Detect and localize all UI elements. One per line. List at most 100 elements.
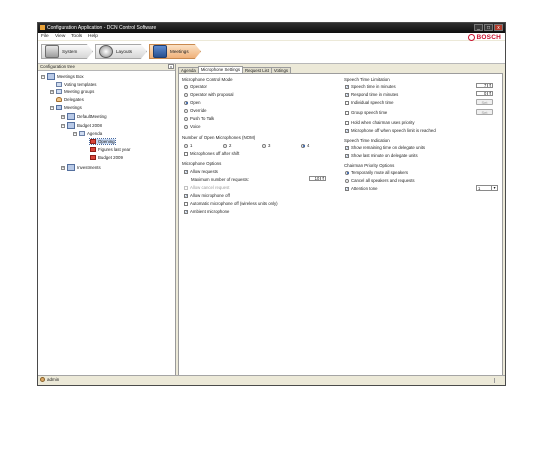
- checkbox-checked-icon: ✓: [184, 169, 189, 174]
- resize-grip-icon[interactable]: [494, 378, 500, 383]
- group-speech-time-checkbox[interactable]: Group speech time: [345, 110, 387, 115]
- expand-icon[interactable]: +: [61, 165, 65, 170]
- collapse-icon[interactable]: −: [50, 105, 54, 110]
- tree-node-delegates[interactable]: Delegates: [56, 97, 84, 102]
- agenda-topic-icon: [90, 155, 96, 160]
- checkbox-checked-icon: ✓: [345, 145, 350, 150]
- cancel-all-speakers-radio[interactable]: Cancel all speakers and requests: [345, 178, 415, 183]
- nav-layouts-label: Layouts: [116, 49, 133, 54]
- menu-view[interactable]: View: [55, 34, 65, 39]
- nom-2-radio[interactable]: 2: [223, 143, 231, 148]
- max-requests-stepper[interactable]: 10 ▲ ▼: [309, 176, 326, 181]
- radio-icon: [184, 92, 188, 97]
- auto-mic-off-checkbox[interactable]: Automatic microphone off (wireless units…: [184, 201, 278, 206]
- mics-off-after-shift-checkbox[interactable]: Microphones off after shift: [184, 151, 239, 156]
- tree-node-agenda[interactable]: − Agenda: [73, 131, 102, 136]
- tree-node-budget-2008[interactable]: − Budget 2008: [61, 122, 102, 129]
- tree-node-meetings[interactable]: − Meetings: [50, 105, 82, 110]
- hold-priority-checkbox[interactable]: Hold when chairman uses priority: [345, 120, 415, 125]
- window-controls: _ □ x: [474, 24, 503, 31]
- agenda-icon: [79, 131, 85, 136]
- show-last-minute-checkbox[interactable]: ✓ Show last minute on delegate units: [345, 153, 418, 158]
- nav-system-button[interactable]: System: [41, 44, 93, 59]
- nav-layouts-button[interactable]: Layouts: [95, 44, 147, 59]
- option-label: Microphones off after shift: [190, 151, 240, 156]
- menu-help[interactable]: Help: [88, 34, 98, 39]
- mode-operator-proposal-radio[interactable]: Operator with proposal: [184, 92, 233, 97]
- radio-selected-icon: [345, 170, 349, 175]
- speech-time-stepper[interactable]: 7 ▲ ▼: [476, 83, 493, 88]
- minimize-button[interactable]: _: [474, 24, 483, 31]
- ambient-mic-checkbox[interactable]: ✓ Ambient microphone: [184, 209, 229, 214]
- set-group-button[interactable]: Set: [476, 109, 493, 115]
- respond-time-value: 0: [483, 91, 487, 96]
- option-label: Hold when chairman uses priority: [351, 120, 415, 125]
- tree-node-default-meeting[interactable]: + DefaultMeeting: [61, 113, 107, 120]
- expand-icon[interactable]: +: [61, 114, 65, 119]
- option-label: 1: [190, 143, 193, 148]
- speech-time-checkbox[interactable]: ✓ Speech time in minutes: [345, 84, 396, 89]
- option-label: 3: [268, 143, 271, 148]
- option-label: Show remaining time on delegate units: [351, 145, 426, 150]
- checkbox-checked-icon: ✓: [345, 186, 350, 191]
- mode-operator-radio[interactable]: Operator: [184, 84, 207, 89]
- radio-icon: [184, 84, 188, 89]
- tree-node-figures-last-year[interactable]: Figures last year: [90, 147, 130, 152]
- mic-off-limit-checkbox[interactable]: ✓ Microphone off when speech limit is rea…: [345, 128, 436, 133]
- option-label: Push To Talk: [190, 116, 215, 121]
- stepper-arrows-icon[interactable]: ▲ ▼: [320, 176, 325, 181]
- nom-4-radio[interactable]: 4: [301, 143, 309, 148]
- tree-node-voting-templates[interactable]: Voting templates: [56, 82, 96, 87]
- show-remaining-time-checkbox[interactable]: ✓ Show remaining time on delegate units: [345, 145, 425, 150]
- option-label: Ambient microphone: [190, 209, 230, 214]
- mode-push-to-talk-radio[interactable]: Push To Talk: [184, 116, 214, 121]
- tree-close-button[interactable]: x: [168, 64, 174, 69]
- tree-label: Delegates: [64, 97, 84, 102]
- option-label: Speech time in minutes: [351, 84, 396, 89]
- tree-node-investments[interactable]: + Investments: [61, 164, 101, 171]
- tree-node-meeting-groups[interactable]: + Meeting groups: [50, 89, 94, 94]
- attention-tone-select[interactable]: 1 ▼: [476, 185, 498, 191]
- logged-in-user: admin: [40, 377, 59, 382]
- checkbox-checked-icon: ✓: [184, 209, 189, 214]
- tree-node-budget-2009[interactable]: Budget 2009: [90, 155, 123, 160]
- tree-label: Budget 2008: [77, 123, 102, 128]
- status-bar: admin: [38, 375, 505, 385]
- mode-voice-radio[interactable]: Voice: [184, 124, 201, 129]
- allow-mic-off-checkbox[interactable]: ✓ Allow microphone off: [184, 193, 230, 198]
- menu-tools[interactable]: Tools: [71, 34, 82, 39]
- close-button[interactable]: x: [494, 24, 503, 31]
- radio-icon: [184, 108, 188, 113]
- stepper-arrows-icon[interactable]: ▲ ▼: [487, 83, 492, 88]
- radio-icon: [184, 143, 188, 148]
- tree-node-opening[interactable]: Opening: [89, 138, 116, 145]
- allow-cancel-request-checkbox[interactable]: Allow cancel request: [184, 185, 229, 190]
- configuration-tree-header: Configuration tree x: [38, 64, 175, 71]
- collapse-icon[interactable]: −: [73, 131, 77, 136]
- individual-speech-time-checkbox[interactable]: Individual speech time: [345, 100, 394, 105]
- tree-node-meetings-box[interactable]: − Meetings Box: [41, 73, 84, 80]
- attention-tone-checkbox[interactable]: ✓ Attention tone: [345, 186, 378, 191]
- attention-tone-value: 1: [478, 186, 481, 191]
- nom-1-radio[interactable]: 1: [184, 143, 192, 148]
- collapse-icon[interactable]: −: [41, 74, 45, 79]
- mode-open-radio[interactable]: Open: [184, 100, 201, 105]
- collapse-icon[interactable]: −: [61, 123, 65, 128]
- stepper-arrows-icon[interactable]: ▲ ▼: [487, 91, 492, 96]
- chevron-down-icon[interactable]: ▼: [491, 186, 497, 190]
- allow-requests-checkbox[interactable]: ✓ Allow requests: [184, 169, 218, 174]
- tree-label: Budget 2009: [98, 155, 123, 160]
- menu-file[interactable]: File: [41, 34, 49, 39]
- set-individual-button[interactable]: Set: [476, 99, 493, 105]
- nav-meetings-button[interactable]: Meetings: [149, 44, 201, 59]
- expand-icon[interactable]: +: [50, 89, 54, 94]
- mode-override-radio[interactable]: Override: [184, 108, 206, 113]
- respond-time-checkbox[interactable]: ✓ Respond time in minutes: [345, 92, 398, 97]
- speech-time-title: Speech Time Limitation: [344, 77, 390, 82]
- maximize-button[interactable]: □: [484, 24, 493, 31]
- mute-all-speakers-radio[interactable]: Temporarily mute all speakers: [345, 170, 408, 175]
- tree-label: Voting templates: [64, 82, 97, 87]
- nom-3-radio[interactable]: 3: [262, 143, 270, 148]
- user-name: admin: [47, 377, 60, 382]
- respond-time-stepper[interactable]: 0 ▲ ▼: [476, 91, 493, 96]
